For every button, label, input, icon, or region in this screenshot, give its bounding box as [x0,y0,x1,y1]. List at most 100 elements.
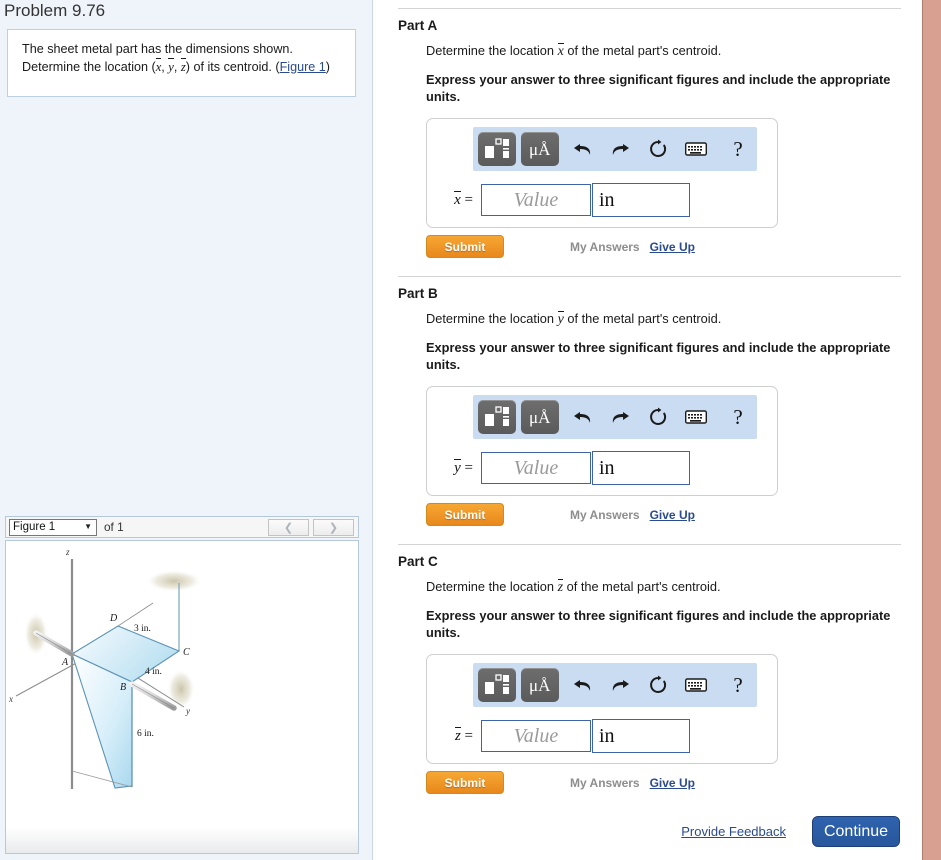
part-b-math-toolbar: μÅ ? [473,395,757,439]
part-a-my-answers-label: My Answers [570,239,640,254]
units-label: μÅ [529,675,551,695]
part-b-prompt-pre: Determine the location [426,311,558,326]
part-b-give-up-link[interactable]: Give Up [650,508,695,522]
part-b-unit-input[interactable]: in [592,451,690,485]
shadow-blob-right [167,669,195,709]
part-b-answer-box: μÅ ? y = Value in [426,386,778,496]
point-label-c: C [183,647,190,658]
redo-icon[interactable] [609,404,633,430]
redo-icon[interactable] [609,672,633,698]
part-c-value-placeholder: Value [513,724,559,747]
problem-page: Problem 9.76 The sheet metal part has th… [0,0,941,860]
redo-icon[interactable] [609,136,633,162]
part-c-answer-box: μÅ ? z = Value in [426,654,778,764]
part-c-variable: z [557,579,564,595]
units-button[interactable]: μÅ [520,400,559,434]
part-b-unit-value: in [599,456,615,479]
guide-line-d [117,602,154,627]
problem-statement-text: The sheet metal part has the dimensions … [22,41,342,76]
chevron-down-icon: ▼ [84,522,92,531]
part-a-math-toolbar: μÅ ? [473,127,757,171]
part-c-value-input[interactable]: Value [481,720,591,752]
figure-footer-bar [5,827,359,854]
redo-glyph [613,143,630,155]
continue-button[interactable]: Continue [812,816,900,847]
statement-line-2-end: ) [325,59,330,74]
part-b-value-input[interactable]: Value [481,452,591,484]
part-c-submit-button[interactable]: Submit [426,771,504,794]
math-template-icon[interactable] [478,132,516,166]
undo-icon[interactable] [571,672,595,698]
chevron-left-icon: ❮ [283,521,294,534]
keyboard-icon[interactable] [684,672,708,698]
reset-icon[interactable] [646,136,670,162]
math-template-glyph [484,138,509,158]
reset-icon[interactable] [646,672,670,698]
keyboard-icon[interactable] [684,136,708,162]
y-axis-label: y [185,706,190,716]
statement-line-2-post: ) of its centroid. ( [185,59,280,74]
units-label: μÅ [529,407,551,427]
part-c-var-symbol: z [454,726,461,744]
keyboard-icon[interactable] [684,404,708,430]
part-a-give-up-link[interactable]: Give Up [650,240,695,254]
part-b-submit-row: Submit My Answers Give Up [426,503,922,526]
page-title: Problem 9.76 [4,1,106,20]
part-c-math-toolbar: μÅ ? [473,663,757,707]
point-label-b: B [120,682,126,693]
units-button[interactable]: μÅ [520,668,559,702]
right-answer-panel: Part A Determine the location x of the m… [374,0,922,860]
undo-icon[interactable] [571,404,595,430]
part-b-variable: y [557,311,565,327]
math-template-icon[interactable] [478,668,516,702]
part-a-var-symbol: x [454,190,461,208]
figure-select[interactable]: Figure 1 ▼ [9,518,97,536]
figure-image-frame[interactable]: z x y D C A B 3 in. 4 in. 6 in. [5,540,359,828]
right-edge-scrollbar[interactable] [922,0,941,860]
part-b-input-row: y = Value in [427,451,777,485]
part-a-submit-button[interactable]: Submit [426,235,504,258]
part-c-var-label: z = [454,726,473,744]
undo-glyph [573,143,590,155]
statement-comma-2: , [173,59,181,74]
part-c-unit-input[interactable]: in [592,719,690,753]
statement-line-1: The sheet metal part has the dimensions … [22,42,293,56]
part-a-value-input[interactable]: Value [481,184,591,216]
help-icon[interactable]: ? [726,136,750,162]
part-a-prompt-post: of the metal part's centroid. [563,43,722,58]
provide-feedback-link[interactable]: Provide Feedback [681,824,786,839]
undo-glyph [573,411,590,423]
units-button[interactable]: μÅ [520,132,559,166]
figure-prev-button[interactable]: ❮ [268,518,309,536]
figure-next-button[interactable]: ❯ [313,518,354,536]
part-b-title: Part B [398,286,438,301]
part-c-instruction: Express your answer to three significant… [426,608,891,640]
figure-select-value: Figure 1 [13,521,56,533]
redo-glyph [613,411,630,423]
reset-glyph [650,675,667,693]
part-c-give-up-link[interactable]: Give Up [650,776,695,790]
help-icon[interactable]: ? [726,672,750,698]
part-c-title: Part C [398,554,438,569]
part-a-variable: x [557,43,565,59]
undo-icon[interactable] [571,136,595,162]
help-icon[interactable]: ? [726,404,750,430]
part-a-submit-row: Submit My Answers Give Up [426,235,922,258]
part-b-submit-button[interactable]: Submit [426,503,504,526]
statement-line-2-pre: Determine the location ( [22,59,156,74]
keyboard-glyph [685,678,708,692]
part-b-prompt-post: of the metal part's centroid. [563,311,722,326]
part-b-value-placeholder: Value [513,456,559,479]
part-c-unit-value: in [599,724,615,747]
units-label: μÅ [529,139,551,159]
part-a-unit-input[interactable]: in [592,183,690,217]
part-a-answer-box: μÅ ? x = Value in [426,118,778,228]
part-a-var-label: x = [454,190,473,208]
figure-1-link[interactable]: Figure 1 [280,60,326,74]
math-template-icon[interactable] [478,400,516,434]
reset-icon[interactable] [646,404,670,430]
x-axis-label: x [8,694,13,704]
shadow-blob-top [146,570,202,592]
part-a-instruction: Express your answer to three significant… [426,72,891,104]
page-footer: Provide Feedback Continue [374,816,922,847]
